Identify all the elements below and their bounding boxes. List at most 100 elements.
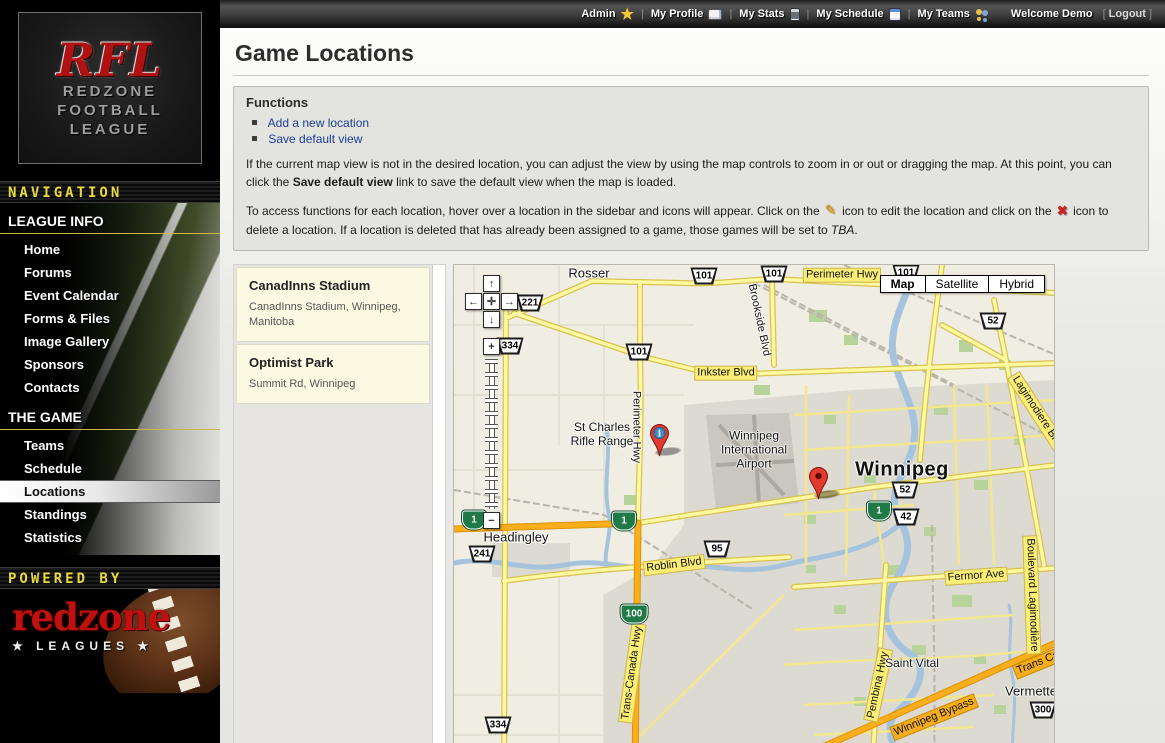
topbar-item[interactable]: Admin — [581, 5, 634, 23]
para2-mid: icon to edit the location and click on t… — [839, 204, 1055, 218]
para2-italic: TBA — [831, 223, 854, 237]
topbar-item[interactable]: My Stats — [722, 8, 799, 21]
nav-underline — [0, 429, 220, 430]
map-type-buttons: Map Satellite Hybrid — [880, 275, 1045, 293]
page-title: Game Locations — [233, 36, 1149, 76]
sidebar-item[interactable]: Teams — [0, 434, 220, 457]
topbar-item[interactable]: My Schedule — [800, 8, 901, 21]
league-logo: RFL REDZONE FOOTBALL LEAGUE — [18, 12, 202, 164]
sidebar-item[interactable]: Statistics — [0, 526, 220, 549]
location-name: CanadInns Stadium — [249, 278, 419, 293]
location-address: CanadInns Stadium, Winnipeg, Manitoba — [249, 300, 419, 330]
logout-link[interactable]: Logout — [1109, 8, 1146, 20]
panels-row: CanadInns Stadium CanadInns Stadium, Win… — [233, 264, 1149, 743]
zoom-in-button[interactable]: + — [483, 338, 500, 355]
topbar-item-label: My Schedule — [816, 8, 883, 20]
functions-box: Functions Add a new location Save defaul… — [233, 86, 1149, 251]
pan-up-button[interactable]: ↑ — [483, 275, 500, 292]
map-type-button[interactable]: Map — [880, 275, 926, 293]
zoom-out-button[interactable]: − — [483, 512, 500, 529]
topbar-item-icon — [790, 8, 800, 21]
sidebar-item[interactable]: Sponsors — [0, 353, 220, 376]
route-shield: 1 — [867, 502, 891, 521]
pan-center-button[interactable]: ✛ — [483, 293, 500, 310]
sidebar-item[interactable]: Forums — [0, 261, 220, 284]
map-tiles — [454, 265, 1055, 743]
route-shield: 42 — [893, 509, 920, 526]
map-label: Saint Vital — [885, 657, 939, 671]
logout-bracket: [ — [1103, 8, 1106, 20]
location-cards: CanadInns Stadium CanadInns Stadium, Win… — [236, 267, 430, 406]
sidebar-item[interactable]: Locations — [0, 480, 220, 503]
map-label: St Charles Rifle Range — [571, 421, 634, 449]
route-shield: 101 — [761, 266, 788, 283]
topbar: Admin My Profile My Stats My Schedule My… — [220, 0, 1165, 28]
route-shield: 101 — [691, 268, 718, 285]
route-shield: 95 — [704, 541, 731, 558]
sidebar-item[interactable]: Contacts — [0, 376, 220, 399]
route-shield: 101 — [626, 344, 653, 361]
pan-right-button[interactable]: → — [501, 293, 518, 310]
function-link[interactable]: Add a new location — [268, 116, 369, 130]
edit-pencil-icon: ✎ — [823, 202, 839, 218]
map-label: Vermette — [1005, 685, 1055, 700]
map-type-button[interactable]: Satellite — [926, 275, 990, 293]
sidebar-item[interactable]: Home — [0, 238, 220, 261]
map-marker-location[interactable] — [808, 466, 829, 500]
topbar-item-icon — [889, 8, 901, 21]
sidebar-nav: LEAGUE INFO Home Forums Event Calendar F… — [0, 203, 220, 555]
map-label: Perimeter Hwy — [804, 269, 880, 282]
topbar-item[interactable]: My Profile — [634, 8, 722, 20]
map-marker-info[interactable]: i — [649, 423, 670, 457]
bullet-icon — [252, 120, 257, 125]
league-logo-abbr: RFL — [57, 38, 163, 82]
locations-panel: CanadInns Stadium CanadInns Stadium, Win… — [233, 264, 446, 743]
league-logo-line: REDZONE — [63, 82, 157, 101]
map[interactable]: Rosser Perimeter Hwy Brookside Blvd Inks… — [453, 264, 1055, 743]
sidebar-item[interactable]: Image Gallery — [0, 330, 220, 353]
sidebar-item[interactable]: Schedule — [0, 457, 220, 480]
redzone-logo-word: redzone — [12, 599, 220, 636]
location-card[interactable]: CanadInns Stadium CanadInns Stadium, Win… — [236, 267, 430, 342]
redzone-logo-sub: ★ LEAGUES ★ — [12, 639, 220, 653]
bullet-icon — [252, 136, 257, 141]
route-shield: 1 — [612, 512, 636, 531]
para2-end: . — [854, 223, 857, 237]
functions-title: Functions — [246, 95, 1136, 110]
topbar-item-label: My Stats — [739, 8, 784, 20]
instructions-paragraph-2: To access functions for each location, h… — [246, 200, 1136, 239]
topbar-item-icon — [621, 5, 634, 23]
instructions-paragraph-1: If the current map view is not in the de… — [246, 155, 1136, 191]
sidebar-item[interactable]: Standings — [0, 503, 220, 526]
navigation-header: NAVIGATION — [0, 181, 220, 203]
pan-left-button[interactable]: ← — [465, 293, 482, 310]
location-address: Summit Rd, Winnipeg — [249, 377, 419, 392]
topbar-item-label: My Profile — [651, 8, 704, 20]
route-shield: 334 — [485, 717, 512, 734]
map-type-button[interactable]: Hybrid — [989, 275, 1045, 293]
route-shield: 100 — [621, 605, 648, 624]
welcome-text: Welcome Demo — [1011, 8, 1093, 20]
map-label: Winnipeg International Airport — [721, 429, 787, 470]
sidebar-item[interactable]: Forms & Files — [0, 307, 220, 330]
route-shield: 52 — [980, 313, 1007, 330]
location-card[interactable]: Optimist Park Summit Rd, Winnipeg — [236, 344, 430, 404]
topbar-item-label: My Teams — [918, 8, 970, 20]
function-link[interactable]: Save default view — [268, 132, 362, 146]
content-column: Admin My Profile My Stats My Schedule My… — [220, 0, 1165, 743]
vertical-scrollbar[interactable] — [432, 265, 445, 743]
route-shield: 300 — [1030, 702, 1056, 719]
delete-x-icon: ✖ — [1055, 203, 1070, 218]
sidebar-item[interactable]: Event Calendar — [0, 284, 220, 307]
redzone-leagues-logo: redzone ★ LEAGUES ★ — [0, 589, 220, 693]
map-label: Headingley — [483, 531, 548, 546]
map-label: Rosser — [568, 267, 609, 282]
zoom-slider[interactable] — [485, 359, 498, 509]
nav-section-league-info: LEAGUE INFO — [0, 203, 220, 233]
league-logo-line: FOOTBALL — [57, 101, 163, 120]
function-link-row: Save default view — [252, 132, 1136, 146]
topbar-item-icon — [708, 9, 722, 20]
topbar-item[interactable]: My Teams — [901, 7, 989, 21]
pan-down-button[interactable]: ↓ — [483, 311, 500, 328]
location-name: Optimist Park — [249, 355, 419, 370]
